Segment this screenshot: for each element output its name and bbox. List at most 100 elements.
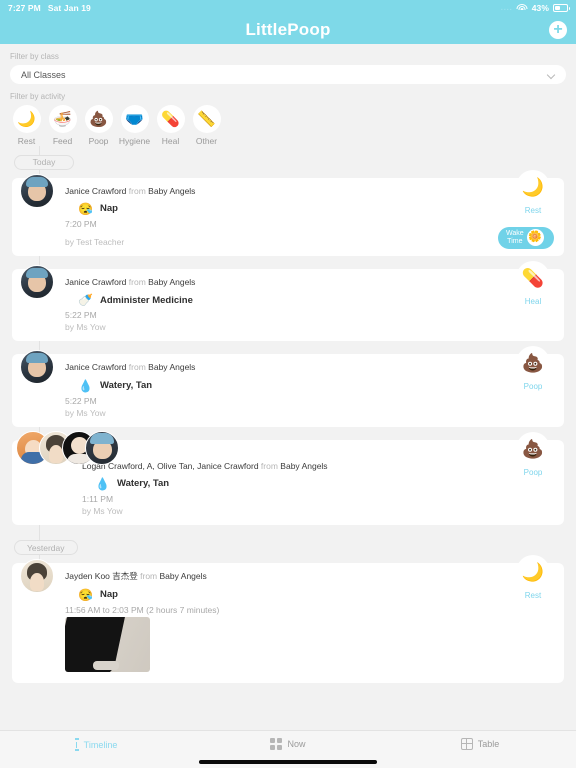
- activity-filter-heal[interactable]: 💊 Heal: [154, 105, 187, 146]
- avatar-group: [20, 559, 54, 594]
- card-time: 5:22 PM: [65, 395, 97, 406]
- avatar-group: [16, 430, 119, 465]
- activity-filter-poop[interactable]: 💩 Poop: [82, 105, 115, 146]
- activity-filter-other[interactable]: 📏 Other: [190, 105, 223, 146]
- timeline-card[interactable]: Janice Crawford from Baby Angels 💧 Water…: [12, 346, 564, 427]
- status-badge: 💩 Poop: [516, 346, 550, 391]
- card-activity-row: 😪 Nap: [65, 589, 554, 601]
- card-time: 11:56 AM to 2:03 PM (2 hours 7 minutes): [65, 604, 220, 615]
- status-right-group: .... 43%: [501, 3, 570, 13]
- filter-by-class-label: Filter by class: [10, 52, 59, 61]
- app-root: 7:27 PM Sat Jan 19 .... 43% LittlePoop +…: [0, 0, 576, 768]
- poop-icon: 💩: [516, 431, 550, 466]
- status-badge: 🌙 Rest: [516, 169, 550, 215]
- filter-panel: Filter by class All Classes Filter by ac…: [0, 44, 576, 146]
- add-button[interactable]: +: [549, 21, 567, 39]
- card-time: 7:20 PM: [65, 218, 97, 229]
- plus-icon: +: [553, 21, 563, 38]
- class-name: Baby Angels: [148, 276, 196, 287]
- card-subject-line: Janice Crawford from Baby Angels: [65, 363, 554, 372]
- card-subject-line: Logan Crawford, A, Olive Tan, Janice Cra…: [82, 460, 554, 471]
- activity-filter-label: Hygiene: [118, 136, 151, 146]
- card-author: by Ms Yow: [65, 407, 106, 418]
- card-activity-text: Nap: [99, 589, 118, 601]
- activity-filter-feed[interactable]: 🍜 Feed: [46, 105, 79, 146]
- timeline-icon: [74, 738, 79, 751]
- activity-filter-label: Feed: [52, 136, 73, 146]
- from-word: from: [128, 276, 146, 287]
- from-word: from: [128, 362, 146, 373]
- poop-icon: 💩: [516, 346, 550, 381]
- tab-label: Now: [287, 739, 306, 749]
- avatar: [20, 173, 54, 208]
- child-name: Jayden Koo 吉杰登: [65, 571, 138, 582]
- avatar: [85, 430, 119, 465]
- class-select[interactable]: All Classes: [10, 65, 566, 84]
- card-photo-thumbnail[interactable]: [65, 616, 150, 672]
- bowl-icon: 🍜: [48, 105, 77, 133]
- status-badge: 💊 Heal: [516, 260, 550, 306]
- table-icon: [460, 738, 473, 750]
- avatar: [20, 264, 54, 299]
- activity-filter-rest[interactable]: 🌙 Rest: [10, 105, 43, 146]
- day-chip-today[interactable]: Today: [14, 154, 74, 170]
- activity-filter-hygiene[interactable]: 🩲 Hygiene: [118, 105, 151, 146]
- from-word: from: [260, 460, 278, 471]
- timeline-scroll-area[interactable]: Today Janice Crawford from Baby Angels 😪…: [0, 146, 576, 730]
- timeline-card[interactable]: Logan Crawford, A, Olive Tan, Janice Cra…: [12, 430, 564, 525]
- timeline-card[interactable]: Janice Crawford from Baby Angels 😪 Nap 7…: [12, 169, 564, 256]
- moon-star-icon: 🌙: [516, 169, 550, 204]
- grid-icon: [270, 738, 283, 750]
- page-title: LittlePoop: [245, 20, 331, 39]
- tab-table[interactable]: Table: [384, 738, 576, 750]
- timeline-card[interactable]: Jayden Koo 吉杰登 from Baby Angels 😪 Nap 11…: [12, 555, 564, 684]
- class-name: Baby Angels: [159, 571, 207, 582]
- status-badge: 🌙 Rest: [516, 555, 550, 600]
- wake-time-button[interactable]: Wake Time 🌼: [498, 226, 554, 249]
- tab-now[interactable]: Now: [192, 738, 384, 750]
- status-badge: 💩 Poop: [516, 431, 550, 477]
- card-activity-text: Watery, Tan: [116, 478, 170, 490]
- ruler-icon: 📏: [192, 105, 221, 133]
- day-chip-yesterday[interactable]: Yesterday: [14, 540, 78, 556]
- filter-by-activity-label: Filter by activity: [10, 92, 66, 101]
- wifi-icon: [516, 4, 528, 12]
- avatar-group: [20, 173, 54, 208]
- tab-timeline[interactable]: Timeline: [0, 738, 192, 751]
- droplet-icon: 💧: [78, 378, 93, 393]
- card-time: 5:22 PM: [65, 310, 97, 321]
- timeline: Today Janice Crawford from Baby Angels 😪…: [0, 146, 576, 684]
- status-date: Sat Jan 19: [47, 3, 91, 13]
- status-time: 7:27 PM: [8, 3, 41, 13]
- sleepy-face-icon: 😪: [78, 201, 93, 216]
- battery-percent: 43%: [531, 3, 549, 13]
- card-activity-row: 💧 Watery, Tan: [82, 478, 554, 490]
- class-name: Baby Angels: [148, 362, 196, 373]
- home-indicator: [199, 760, 377, 764]
- card-activity-row: 🍼 Administer Medicine: [65, 294, 554, 306]
- status-badge-label: Heal: [524, 296, 542, 306]
- class-name: Baby Angels: [280, 460, 328, 471]
- status-badge-label: Poop: [523, 467, 543, 477]
- timeline-card[interactable]: Janice Crawford from Baby Angels 🍼 Admin…: [12, 260, 564, 342]
- sleepy-face-icon: 😪: [78, 587, 93, 602]
- wake-time-line2: Time: [507, 237, 523, 245]
- card-author: by Test Teacher: [65, 236, 125, 247]
- moon-star-icon: 🌙: [516, 555, 550, 590]
- card-subject-line: Janice Crawford from Baby Angels: [65, 186, 554, 196]
- card-author: by Ms Yow: [65, 322, 106, 333]
- status-badge-label: Poop: [523, 382, 543, 392]
- wake-time-label: Wake Time: [506, 230, 524, 246]
- medicine-bottle-icon: 💊: [516, 260, 550, 295]
- avatar-group: [20, 350, 54, 385]
- battery-icon: [553, 4, 570, 12]
- droplet-icon: 💧: [95, 476, 110, 491]
- medicine-bottle-icon: 🍼: [78, 293, 93, 308]
- child-name: Janice Crawford: [65, 362, 127, 373]
- moon-star-icon: 🌙: [12, 105, 41, 133]
- avatar: [20, 350, 54, 385]
- chevron-down-icon: [548, 71, 555, 78]
- avatar-group: [20, 264, 54, 299]
- card-subject-line: Janice Crawford from Baby Angels: [65, 276, 554, 287]
- sun-flower-icon: 🌼: [526, 229, 544, 247]
